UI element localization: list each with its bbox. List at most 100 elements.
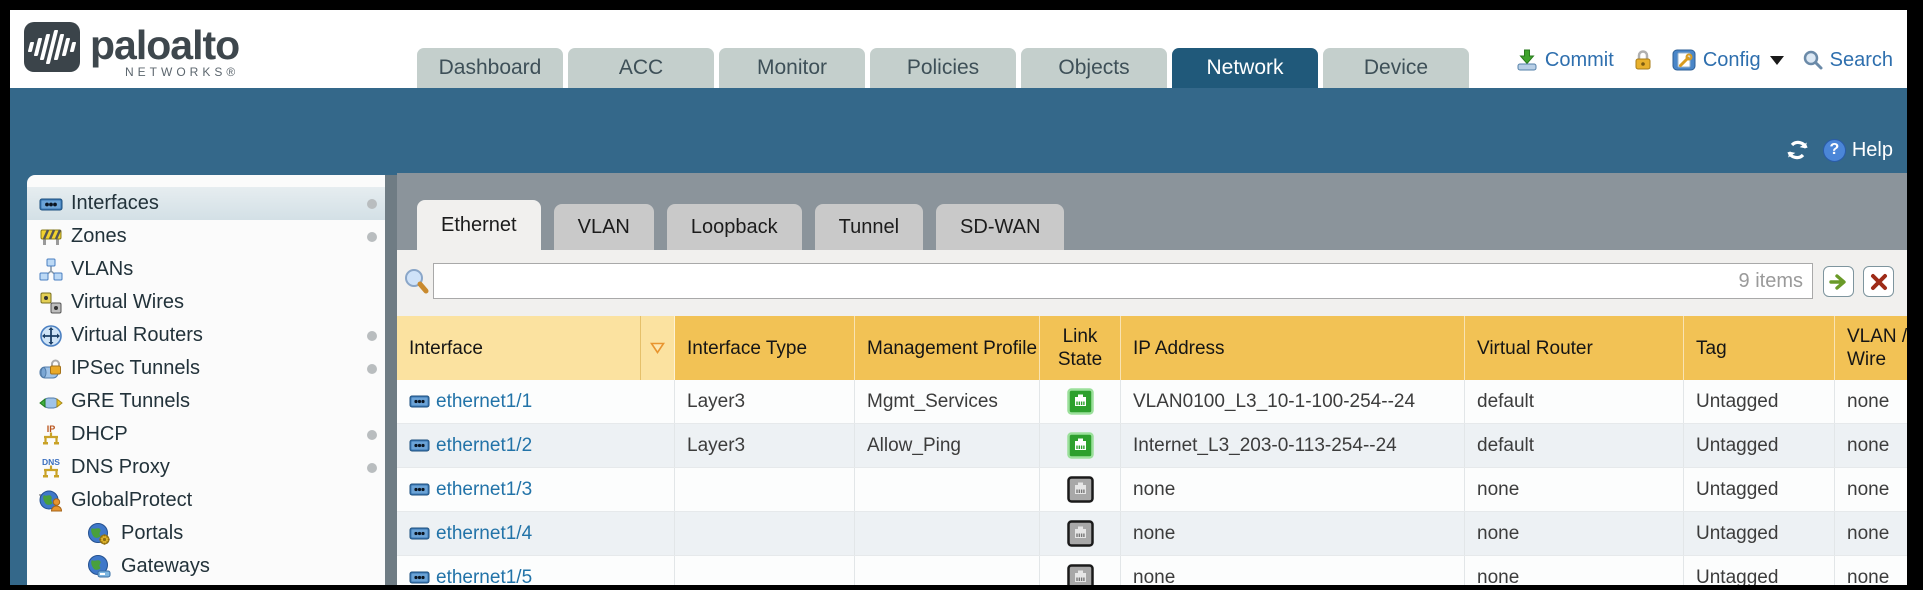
interface-link[interactable]: ethernet1/3 (409, 479, 532, 501)
zones-icon (39, 225, 63, 249)
sidebar-item-ipsec-tunnels[interactable]: IPSec Tunnels (27, 352, 385, 385)
column-header-ip-address[interactable]: IP Address (1121, 316, 1465, 380)
column-header-interface[interactable]: Interface (397, 316, 675, 380)
nav-tab-dashboard[interactable]: Dashboard (417, 48, 563, 88)
sidebar-item-dns-proxy[interactable]: DNSDNS Proxy (27, 451, 385, 484)
column-header-label: Interface (409, 337, 483, 360)
sidebar-item-gateways[interactable]: Gateways (27, 550, 385, 583)
cell-vlan-virtual-wire: none (1835, 512, 1907, 555)
virtual-wires-icon (39, 291, 63, 315)
column-header-interface-type[interactable]: Interface Type (675, 316, 855, 380)
sidebar-item-partial[interactable] (27, 583, 385, 585)
nav-tab-network[interactable]: Network (1172, 48, 1318, 88)
cell-interface: ethernet1/2 (397, 424, 675, 467)
sidebar-divider[interactable] (385, 175, 397, 585)
column-header-label: Management Profile (867, 337, 1037, 360)
virtual-routers-icon (39, 324, 63, 348)
toolbar-utilities: ? Help (1784, 138, 1893, 162)
table-row[interactable]: ethernet1/1Layer3Mgmt_ServicesVLAN0100_L… (397, 380, 1907, 424)
sidebar-item-label: Virtual Routers (71, 324, 203, 347)
nav-tab-policies[interactable]: Policies (870, 48, 1016, 88)
cell-management-profile (855, 468, 1040, 511)
link-down-icon (1067, 476, 1094, 503)
interface-link[interactable]: ethernet1/2 (409, 435, 532, 457)
nav-tab-monitor[interactable]: Monitor (719, 48, 865, 88)
sidebar-item-virtual-routers[interactable]: Virtual Routers (27, 319, 385, 352)
column-header-tag[interactable]: Tag (1684, 316, 1835, 380)
apply-filter-button[interactable] (1823, 266, 1854, 297)
search-button[interactable]: Search (1802, 49, 1893, 72)
sidebar-item-dot (367, 232, 377, 242)
portals-icon (87, 522, 111, 546)
table-body: ethernet1/1Layer3Mgmt_ServicesVLAN0100_L… (397, 380, 1907, 585)
column-header-management-profile[interactable]: Management Profile (855, 316, 1040, 380)
help-label: Help (1852, 139, 1893, 162)
cell-interface-type (675, 556, 855, 585)
interface-name: ethernet1/3 (436, 479, 532, 501)
tab-ethernet[interactable]: Ethernet (417, 200, 541, 250)
sidebar-item-virtual-wires[interactable]: Virtual Wires (27, 286, 385, 319)
link-up-icon (1067, 388, 1094, 415)
gateways-icon (87, 555, 111, 579)
cell-management-profile (855, 512, 1040, 555)
sidebar-item-gre-tunnels[interactable]: GRE Tunnels (27, 385, 385, 418)
green-arrow-icon (1829, 273, 1849, 291)
port-link-icon (409, 394, 430, 409)
nav-tab-device[interactable]: Device (1323, 48, 1469, 88)
sidebar-item-interfaces[interactable]: Interfaces (27, 187, 385, 220)
column-header-virtual-router[interactable]: Virtual Router (1465, 316, 1684, 380)
table-row[interactable]: ethernet1/4nonenoneUntaggednone (397, 512, 1907, 556)
sidebar-item-label: GRE Tunnels (71, 390, 190, 413)
config-menu[interactable]: Config (1672, 48, 1784, 72)
table-row[interactable]: ethernet1/3nonenoneUntaggednone (397, 468, 1907, 512)
cell-virtual-router: none (1465, 556, 1684, 585)
refresh-icon[interactable] (1784, 138, 1811, 162)
sort-dropdown-button[interactable] (640, 316, 674, 380)
nav-tab-acc[interactable]: ACC (568, 48, 714, 88)
cell-interface: ethernet1/5 (397, 556, 675, 585)
cell-management-profile: Mgmt_Services (855, 380, 1040, 423)
brand-name: paloalto (90, 22, 239, 68)
interface-type-tabs: Ethernet VLAN Loopback Tunnel SD-WAN (417, 200, 1064, 250)
port-link-icon (409, 482, 430, 497)
panos-app: paloalto NETWORKS® DashboardACCMonitorPo… (10, 10, 1907, 585)
table-row[interactable]: ethernet1/5nonenoneUntaggednone (397, 556, 1907, 585)
lock-button[interactable] (1632, 48, 1654, 72)
clear-filter-button[interactable] (1863, 266, 1894, 297)
cell-tag: Untagged (1684, 380, 1835, 423)
column-header-label: Interface Type (687, 337, 807, 360)
column-header-label: IP Address (1133, 337, 1225, 360)
paloalto-logo: paloalto NETWORKS® (24, 22, 239, 79)
sidebar-item-portals[interactable]: Portals (27, 517, 385, 550)
nav-tab-objects[interactable]: Objects (1021, 48, 1167, 88)
interface-link[interactable]: ethernet1/4 (409, 523, 532, 545)
tab-tunnel[interactable]: Tunnel (815, 204, 923, 250)
sidebar-item-zones[interactable]: Zones (27, 220, 385, 253)
filter-search-icon (403, 268, 430, 295)
interface-link[interactable]: ethernet1/1 (409, 391, 532, 413)
column-header-vlan-virtual-wire[interactable]: VLAN / Virtual Wire (1835, 316, 1907, 380)
sidebar-item-label: GlobalProtect (71, 489, 192, 512)
tab-vlan[interactable]: VLAN (554, 204, 654, 250)
tab-sd-wan[interactable]: SD-WAN (936, 204, 1064, 250)
sidebar-item-globalprotect[interactable]: GlobalProtect (27, 484, 385, 517)
interface-link[interactable]: ethernet1/5 (409, 567, 532, 586)
commit-button[interactable]: Commit (1515, 48, 1614, 72)
sidebar-item-vlans[interactable]: VLANs (27, 253, 385, 286)
cell-ip-address: none (1121, 468, 1465, 511)
sidebar-item-dhcp[interactable]: IPDHCP (27, 418, 385, 451)
column-header-link-state[interactable]: Link State (1040, 316, 1121, 380)
cell-link-state (1040, 468, 1121, 511)
sidebar-item-label: Zones (71, 225, 127, 248)
ethernet-panel: 9 items InterfaceInterface TypeManagemen… (397, 250, 1907, 585)
cell-ip-address: Internet_L3_203-0-113-254--24 (1121, 424, 1465, 467)
help-button[interactable]: ? Help (1823, 139, 1893, 162)
sidebar-item-dot (367, 463, 377, 473)
tab-loopback[interactable]: Loopback (667, 204, 802, 250)
cell-link-state (1040, 380, 1121, 423)
sidebar-item-dot (367, 199, 377, 209)
table-row[interactable]: ethernet1/2Layer3Allow_PingInternet_L3_2… (397, 424, 1907, 468)
vlans-icon (39, 258, 63, 282)
filter-input[interactable] (433, 263, 1813, 299)
column-header-label: Link State (1040, 325, 1120, 371)
